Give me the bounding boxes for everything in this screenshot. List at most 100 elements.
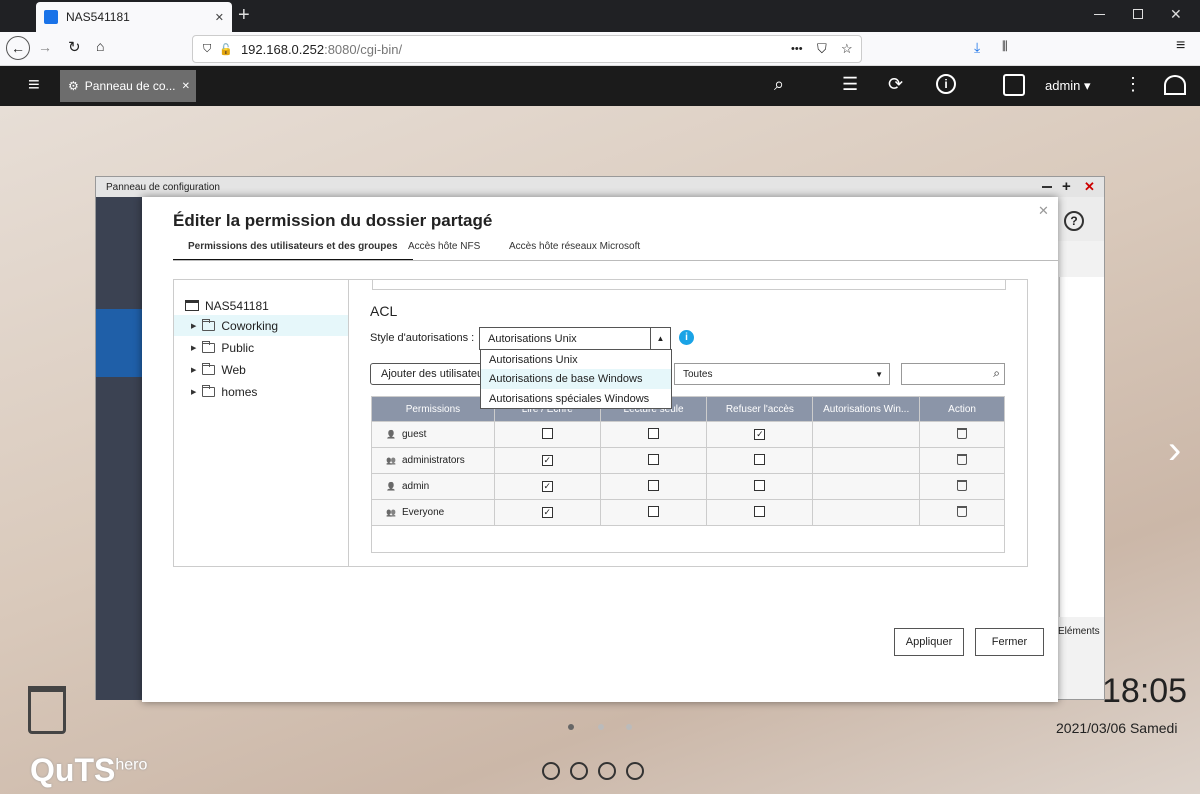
close-button[interactable]: Fermer [975,628,1044,656]
col-permissions[interactable]: Permissions [371,396,495,422]
style-option-windows-basic[interactable]: Autorisations de base Windows [481,369,671,389]
more-options-icon[interactable]: ⋮ [1124,74,1142,95]
info-icon[interactable]: i [679,330,694,345]
minimize-window-icon[interactable] [1094,14,1105,15]
read-write-checkbox[interactable]: ✓ [541,455,553,466]
maximize-window-icon[interactable] [1133,9,1143,19]
expand-arrow-icon[interactable]: ▶ [191,344,196,352]
user-menu[interactable]: admin ▾ [1045,78,1091,94]
user-icon: 👤 [386,430,396,439]
read-only-checkbox[interactable] [648,427,660,439]
cloud-icon[interactable] [542,762,560,780]
browser-toolbar: ← → ↻ ⌂ ⛉ 🔓 192.168.0.252:8080/cgi-bin/ … [0,32,1200,66]
read-write-checkbox[interactable] [541,427,553,439]
app-tab-label: Panneau de co... [84,79,176,93]
delete-icon[interactable] [957,505,968,517]
dashboard-gauge-icon[interactable] [1164,75,1186,95]
apply-button[interactable]: Appliquer [894,628,964,656]
expand-arrow-icon[interactable]: ▶ [191,322,196,330]
action-cell [919,473,1005,500]
tools-icon[interactable] [570,762,588,780]
tab-microsoft-network-access[interactable]: Accès hôte réseaux Microsoft [509,241,640,261]
filter-select[interactable]: Toutes ▼ [674,363,890,385]
permission-name-cell: 👥 Everyone [371,499,495,526]
sidebar-item-privilege[interactable] [96,309,143,377]
app-tab-control-panel[interactable]: ⚙ Panneau de co... ✕ [60,70,196,102]
browser-tab[interactable]: NAS541181 ✕ [36,2,232,32]
read-write-checkbox[interactable]: ✓ [541,481,553,492]
tab-nfs-host-access[interactable]: Accès hôte NFS [408,241,480,261]
style-select[interactable]: Autorisations Unix ▲ [479,327,671,350]
address-bar[interactable]: ⛉ 🔓 192.168.0.252:8080/cgi-bin/ ••• ⛉ ☆ [192,35,862,63]
page-actions-icon[interactable]: ••• [791,43,803,55]
new-tab-icon[interactable]: + [238,4,250,27]
add-users-button[interactable]: Ajouter des utilisateurs [370,363,486,385]
close-window-icon[interactable]: ✕ [1170,6,1182,23]
background-tasks-icon[interactable]: ☰ [842,74,858,95]
read-only-checkbox[interactable] [648,479,660,491]
maximize-icon[interactable]: + [1062,178,1071,195]
col-deny-access[interactable]: Refuser l'accès [706,396,814,422]
windows-permissions-cell [812,421,921,448]
folder-icon [202,318,216,331]
principal-name: administrators [401,455,465,466]
deny-access-checkbox[interactable] [754,505,766,517]
home-icon[interactable]: ⌂ [96,38,104,54]
tree-folder-label: homes [221,384,258,399]
table-row[interactable]: 👤 admin ✓ [371,473,1005,500]
trash-icon[interactable] [28,686,66,734]
next-page-icon[interactable]: › [1168,428,1181,473]
back-icon[interactable]: ← [6,36,30,60]
page-indicator[interactable] [598,724,604,730]
col-windows-permissions[interactable]: Autorisations Win... [812,396,921,422]
search-input[interactable]: ⌕ [901,363,1005,385]
col-action[interactable]: Action [919,396,1005,422]
delete-icon[interactable] [957,479,968,491]
close-app-tab-icon[interactable]: ✕ [182,81,190,92]
expand-arrow-icon[interactable]: ▶ [191,366,196,374]
minimize-icon[interactable] [1042,186,1052,188]
main-menu-icon[interactable]: ≡ [28,74,40,97]
expand-arrow-icon[interactable]: ▶ [191,388,196,396]
info-icon[interactable]: i [936,74,956,94]
table-row[interactable]: 👤 guest ✓ [371,421,1005,448]
help-icon[interactable]: ? [1064,211,1084,231]
pocket-icon[interactable]: ⛉ [817,41,827,57]
library-icon[interactable]: ⫼ [1002,39,1008,54]
download-icon[interactable]: ⤓ [974,39,980,56]
delete-icon[interactable] [957,453,968,465]
table-row[interactable]: 👥 administrators ✓ [371,447,1005,474]
deny-access-checkbox[interactable]: ✓ [754,429,766,440]
notes-icon[interactable] [626,762,644,780]
page-indicator[interactable] [568,724,574,730]
menu-icon[interactable]: ≡ [1176,37,1185,55]
page-indicator[interactable] [626,724,632,730]
tree-folder-coworking[interactable]: ▶ Coworking [174,315,348,336]
bookmark-star-icon[interactable]: ☆ [841,41,853,57]
dialog-close-icon[interactable]: ✕ [1038,203,1049,219]
reload-icon[interactable]: ↻ [68,38,81,56]
read-only-checkbox[interactable] [648,505,660,517]
close-tab-icon[interactable]: ✕ [215,11,224,24]
style-option-windows-special[interactable]: Autorisations spéciales Windows [481,389,671,409]
tab-divider [173,260,1058,261]
tab-user-group-permissions[interactable]: Permissions des utilisateurs et des grou… [173,241,413,261]
close-icon[interactable]: ✕ [1084,179,1095,195]
delete-icon[interactable] [957,427,968,439]
deny-access-checkbox[interactable] [754,479,766,491]
table-row[interactable]: 👥 Everyone ✓ [371,499,1005,526]
forward-icon[interactable]: → [38,39,52,55]
tree-folder-web[interactable]: ▶ Web [174,359,348,380]
deny-access-checkbox[interactable] [754,453,766,465]
search-icon[interactable]: ⌕ [774,74,784,95]
tree-folder-homes[interactable]: ▶ homes [174,381,348,402]
sync-icon[interactable]: ⟳ [888,74,903,95]
read-only-checkbox[interactable] [648,453,660,465]
tree-folder-public[interactable]: ▶ Public [174,337,348,358]
style-option-unix[interactable]: Autorisations Unix [481,350,671,370]
apps-icon[interactable] [598,762,616,780]
user-avatar-icon[interactable] [1003,74,1025,96]
read-write-checkbox[interactable]: ✓ [541,507,553,518]
group-icon: 👥 [386,508,396,517]
tree-root[interactable]: NAS541181 [174,295,348,316]
